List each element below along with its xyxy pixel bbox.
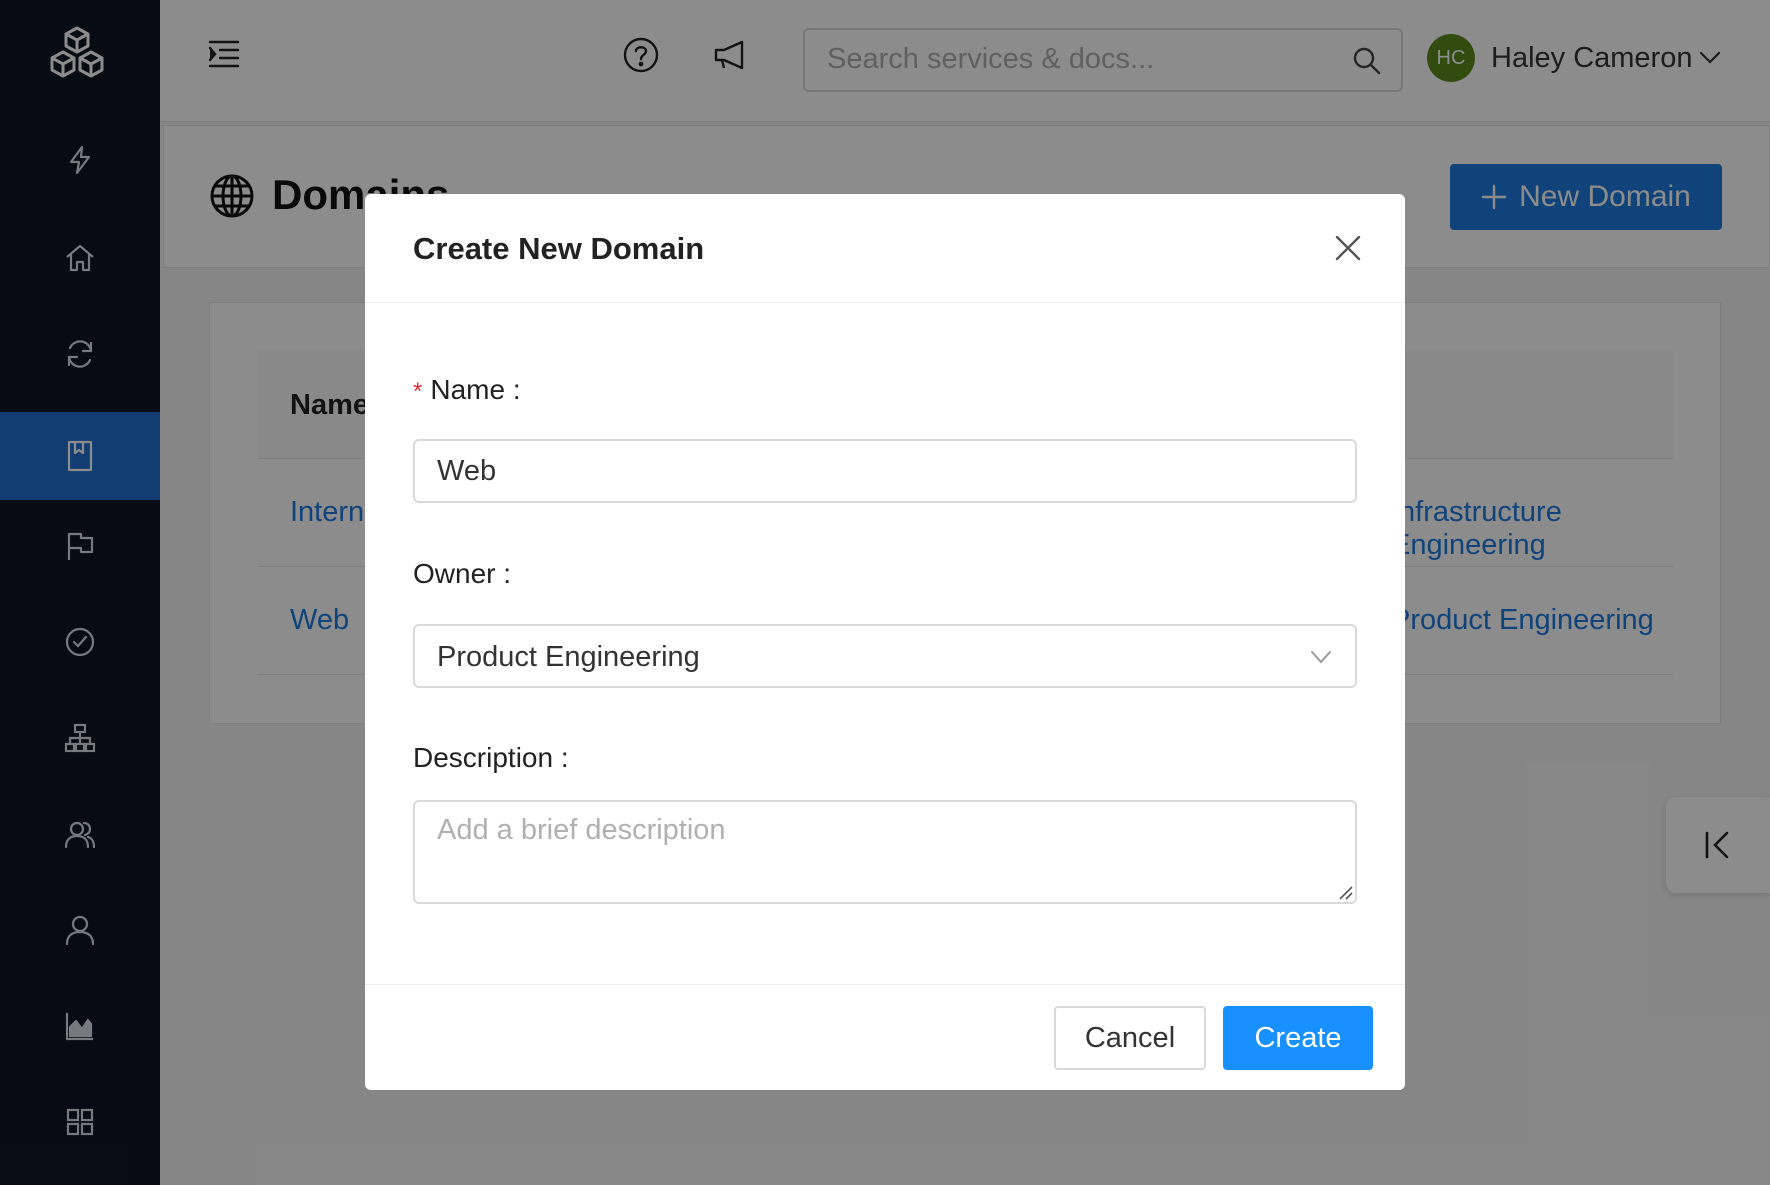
owner-select[interactable]: Product Engineering: [413, 624, 1357, 688]
create-button[interactable]: Create: [1223, 1006, 1373, 1070]
owner-select-value: Product Engineering: [437, 641, 700, 673]
chevron-down-icon: [1311, 651, 1331, 664]
owner-field-label: Owner :: [413, 558, 512, 589]
cancel-button[interactable]: Cancel: [1054, 1006, 1206, 1070]
create-domain-dialog: Create New Domain *Name : Owner : Produc…: [365, 194, 1405, 1090]
close-icon[interactable]: [1333, 233, 1363, 263]
resize-handle-icon[interactable]: [1337, 884, 1353, 900]
name-field-label: * Name :: [413, 374, 521, 405]
required-marker: *: [413, 378, 423, 405]
modal-title: Create New Domain: [413, 231, 705, 266]
modal-footer: Cancel Create: [365, 984, 1405, 1090]
description-field[interactable]: [413, 800, 1357, 904]
name-field[interactable]: [413, 439, 1357, 503]
modal-header: Create New Domain: [365, 194, 1405, 303]
description-field-label: Description :: [413, 742, 569, 773]
